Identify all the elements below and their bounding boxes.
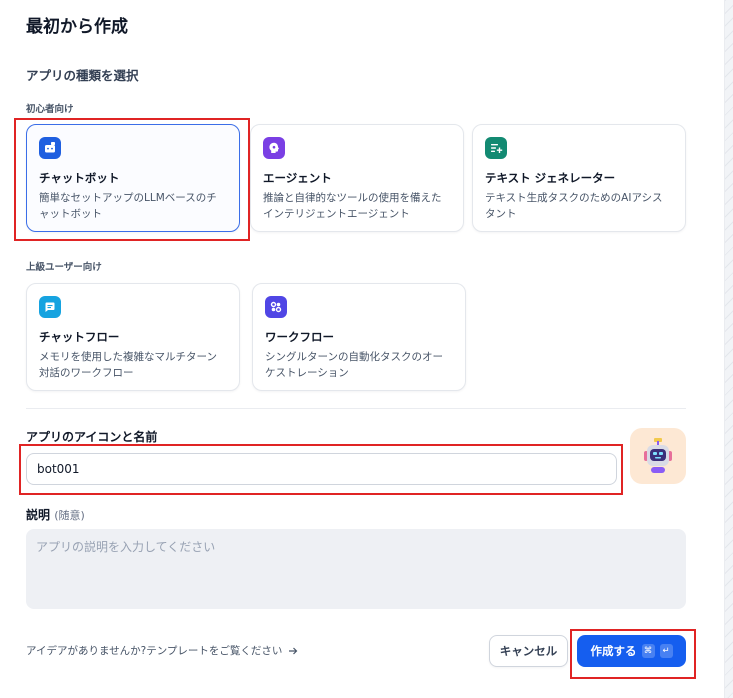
chatbot-icon [39,137,61,159]
description-label: 説明 (随意) [26,506,85,523]
app-name-label: アプリのアイコンと名前 [26,430,158,444]
card-description: 推論と自律的なツールの使用を備えたインテリジェントエージェント [263,192,442,220]
create-app-dialog: 最初から作成 アプリの種類を選択 初心者向け チャットボット 簡単なセットアップ… [0,0,733,698]
optional-hint: (随意) [54,509,85,522]
chatflow-icon [39,296,61,318]
description-textarea[interactable] [26,529,686,609]
enter-key-icon: ↵ [659,644,673,658]
card-description: メモリを使用した複雑なマルチターン対話のワークフロー [39,351,217,379]
page-title: 最初から作成 [26,17,128,37]
beginner-group-label: 初心者向け [26,104,74,115]
card-name: チャットボット [39,171,120,185]
app-type-card-chatflow[interactable]: チャットフロー メモリを使用した複雑なマルチターン対話のワークフロー [26,283,240,391]
text-generator-icon [485,137,507,159]
app-type-section-label: アプリの種類を選択 [26,68,139,83]
app-type-card-agent[interactable]: エージェント 推論と自律的なツールの使用を備えたインテリジェントエージェント [250,124,464,232]
card-name: ワークフロー [265,330,334,344]
agent-icon [263,137,285,159]
cancel-button[interactable]: キャンセル [489,635,568,667]
create-button-label: 作成する [590,644,637,658]
workflow-icon [265,296,287,318]
card-description: シングルターンの自動化タスクのオーケストレーション [265,351,443,379]
command-key-icon: ⌘ [641,644,655,658]
app-type-card-text-generator[interactable]: テキスト ジェネレーター テキスト生成タスクのためのAIアシスタント [472,124,686,232]
app-type-card-chatbot[interactable]: チャットボット 簡単なセットアップのLLMベースのチャットボット [26,124,240,232]
advanced-group-label: 上級ユーザー向け [26,262,102,273]
create-button[interactable]: 作成する ⌘ ↵ [577,635,686,667]
card-name: エージェント [263,171,332,185]
app-name-input[interactable] [26,453,617,485]
card-description: 簡単なセットアップのLLMベースのチャットボット [39,192,217,220]
app-icon-picker[interactable] [630,428,686,484]
template-link-text: アイデアがありませんか?テンプレートをご覧ください [26,645,283,657]
section-divider [26,408,686,409]
card-name: テキスト ジェネレーター [485,171,616,185]
description-label-text: 説明 [26,508,51,522]
app-type-card-workflow[interactable]: ワークフロー シングルターンの自動化タスクのオーケストレーション [252,283,466,391]
robot-icon [644,438,672,473]
template-link[interactable]: アイデアがありませんか?テンプレートをご覧ください [26,643,298,658]
background-strip [724,0,733,698]
arrow-right-icon [289,647,298,654]
card-name: チャットフロー [39,330,120,344]
card-description: テキスト生成タスクのためのAIアシスタント [485,192,663,220]
